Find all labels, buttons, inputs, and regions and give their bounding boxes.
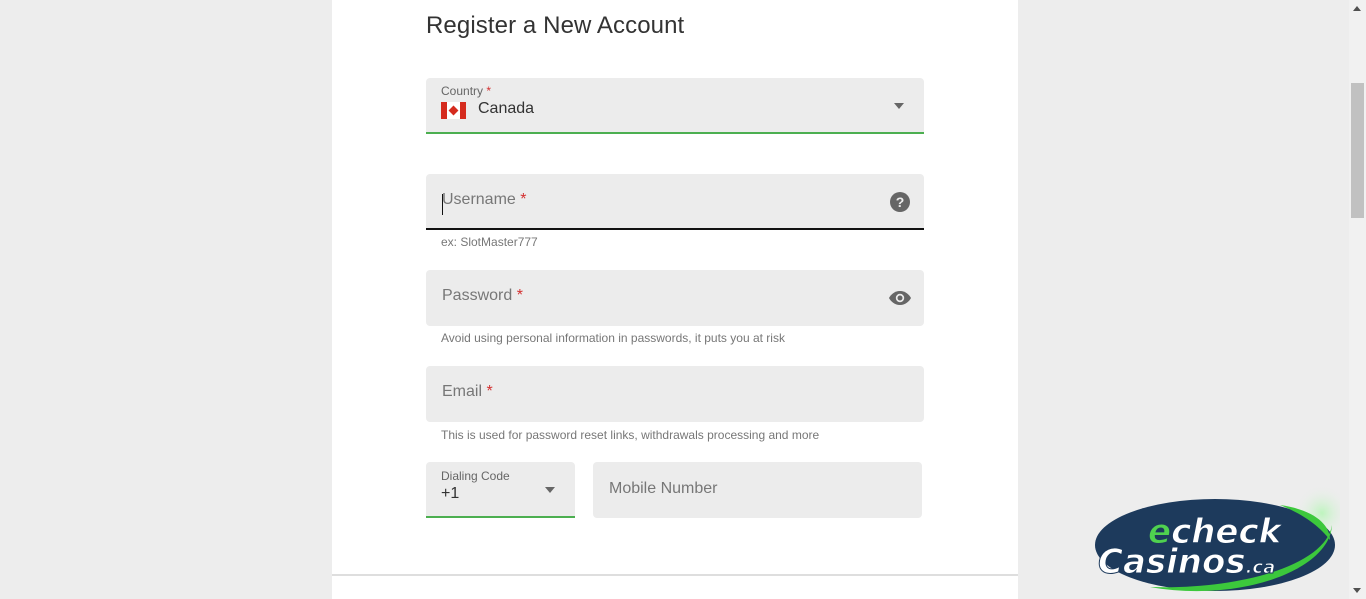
- scroll-up-arrow-icon[interactable]: [1353, 6, 1361, 11]
- country-select[interactable]: Country * Canada: [426, 78, 924, 134]
- username-field[interactable]: Username * ? ex: SlotMaster777: [426, 174, 924, 249]
- email-field[interactable]: Email * This is used for password reset …: [426, 366, 924, 442]
- text-cursor: [442, 194, 443, 215]
- dialing-code-label: Dialing Code: [441, 469, 510, 483]
- password-placeholder: Password *: [442, 287, 523, 304]
- password-helper-text: Avoid using personal information in pass…: [441, 331, 785, 345]
- section-divider: [332, 574, 1018, 576]
- registration-panel: Register a New Account Country * Canada …: [332, 0, 1018, 599]
- scroll-down-arrow-icon[interactable]: [1353, 588, 1361, 593]
- required-mark: *: [486, 84, 492, 98]
- logo-ca: .ca: [1246, 557, 1276, 578]
- required-mark: *: [516, 287, 523, 304]
- question-circle-icon[interactable]: ?: [890, 192, 910, 212]
- scroll-thumb[interactable]: [1351, 83, 1364, 218]
- vertical-scrollbar[interactable]: [1349, 0, 1366, 599]
- canada-flag-icon: [441, 102, 466, 119]
- mobile-number-placeholder: Mobile Number: [609, 480, 718, 497]
- username-placeholder: Username *: [442, 191, 527, 208]
- page-title: Register a New Account: [426, 12, 685, 39]
- required-mark: *: [486, 383, 493, 400]
- username-helper-text: ex: SlotMaster777: [441, 235, 538, 249]
- email-placeholder: Email *: [442, 383, 493, 400]
- dialing-code-select[interactable]: Dialing Code +1: [426, 462, 575, 518]
- email-helper-text: This is used for password reset links, w…: [441, 428, 820, 442]
- required-mark: *: [520, 191, 527, 208]
- country-label: Country *: [441, 84, 492, 98]
- chevron-down-icon[interactable]: [545, 487, 555, 493]
- dialing-code-value: +1: [441, 485, 460, 502]
- mobile-number-field[interactable]: Mobile Number: [593, 462, 922, 518]
- password-field[interactable]: Password * Avoid using personal informat…: [426, 270, 924, 345]
- chevron-down-icon[interactable]: [894, 103, 904, 109]
- echeck-casinos-logo: echeck Casinos.ca: [1095, 485, 1340, 592]
- country-value: Canada: [478, 100, 535, 117]
- eye-icon[interactable]: [888, 289, 912, 307]
